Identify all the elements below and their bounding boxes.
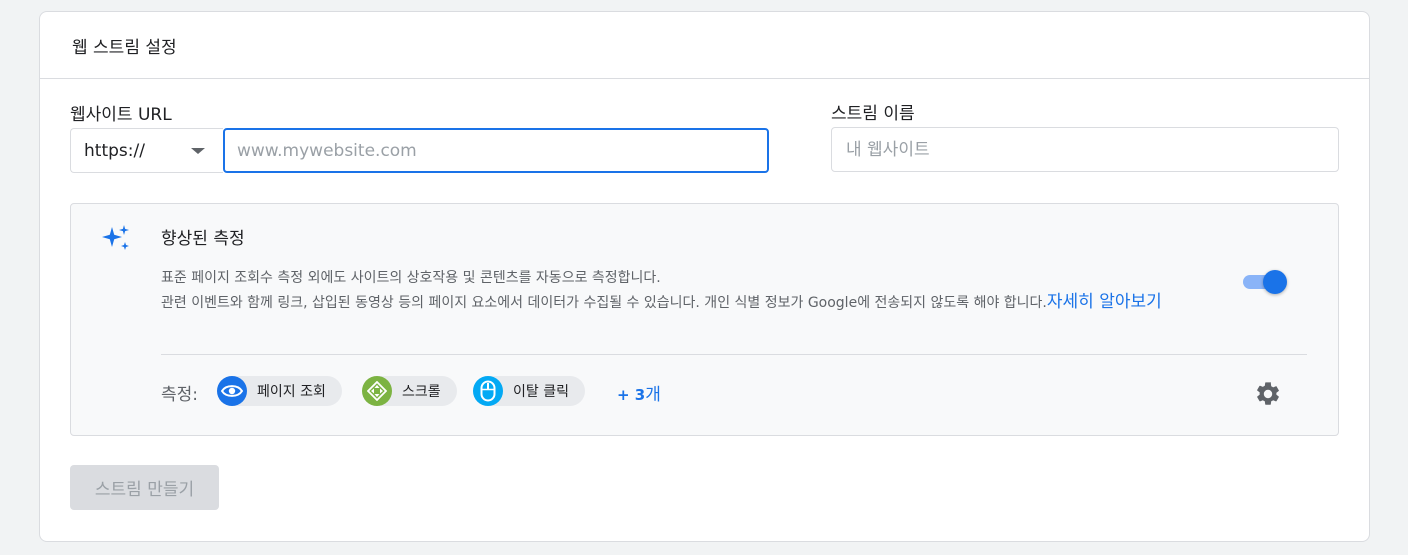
mouse-icon [473, 376, 503, 406]
sparkle-icon [102, 225, 129, 250]
chip-scroll[interactable]: 스크롤 [362, 376, 457, 406]
stream-name-input[interactable] [831, 127, 1339, 172]
learn-more-link[interactable]: 자세히 알아보기 [1047, 292, 1162, 312]
stream-name-label: 스트림 이름 [831, 104, 915, 124]
chevron-down-icon [191, 148, 205, 154]
eye-icon [217, 376, 247, 406]
gear-icon[interactable] [1254, 380, 1282, 408]
chip-label: 이탈 클릭 [513, 384, 569, 400]
create-stream-button[interactable]: 스트림 만들기 [70, 465, 219, 510]
measurement-label: 측정: [161, 385, 199, 405]
description-line-2-text: 관련 이벤트와 함께 링크, 삽입된 동영상 등의 페이지 요소에서 데이터가 … [161, 295, 1047, 311]
chip-outbound-click[interactable]: 이탈 클릭 [473, 376, 585, 406]
enhanced-measurement-toggle[interactable] [1241, 270, 1289, 294]
enhanced-measurement-title: 향상된 측정 [161, 229, 245, 249]
more-count: 3 [634, 386, 646, 404]
chip-label: 페이지 조회 [257, 384, 326, 400]
enhanced-measurement-description: 표준 페이지 조회수 측정 외에도 사이트의 상호작용 및 콘텐츠를 자동으로 … [161, 266, 1241, 315]
web-stream-setup-card: 웹 스트림 설정 웹사이트 URL https:// 스트림 이름 향상된 측정… [39, 11, 1370, 542]
scroll-icon [362, 376, 392, 406]
chip-label: 스크롤 [402, 384, 441, 400]
enhanced-measurement-panel: 향상된 측정 표준 페이지 조회수 측정 외에도 사이트의 상호작용 및 콘텐츠… [70, 203, 1339, 436]
more-suffix: 개 [645, 385, 661, 405]
chip-page-view[interactable]: 페이지 조회 [217, 376, 342, 406]
card-header: 웹 스트림 설정 [40, 12, 1369, 79]
website-url-label: 웹사이트 URL [70, 105, 172, 125]
description-line-1: 표준 페이지 조회수 측정 외에도 사이트의 상호작용 및 콘텐츠를 자동으로 … [161, 270, 661, 286]
toggle-thumb [1263, 270, 1287, 294]
description-line-2: 관련 이벤트와 함께 링크, 삽입된 동영상 등의 페이지 요소에서 데이터가 … [161, 290, 1241, 315]
protocol-value: https:// [84, 140, 145, 161]
website-url-input[interactable] [223, 128, 769, 173]
card-title: 웹 스트림 설정 [72, 37, 177, 58]
more-measurements-link[interactable]: + 3개 [617, 380, 661, 405]
more-prefix: + [617, 386, 635, 404]
protocol-select[interactable]: https:// [70, 128, 223, 173]
divider [161, 354, 1307, 355]
